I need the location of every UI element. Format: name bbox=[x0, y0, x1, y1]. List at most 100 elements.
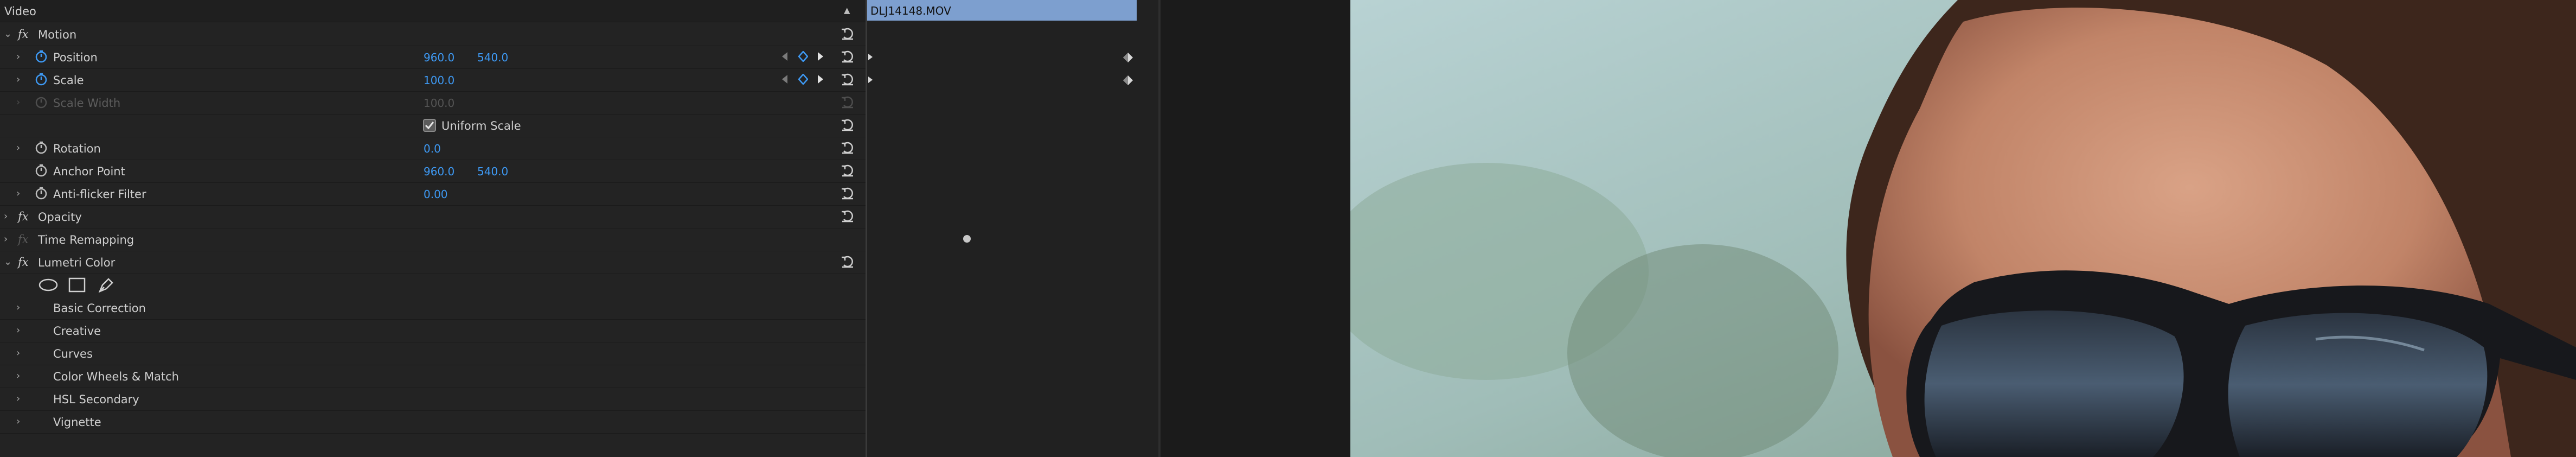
ellipse-mask-icon[interactable] bbox=[38, 278, 59, 292]
property-row-scale-width: › Scale Width 100.0 bbox=[0, 91, 866, 115]
property-row-uniform-scale: Uniform Scale bbox=[0, 114, 866, 137]
collapse-up-icon[interactable]: ▲ bbox=[844, 5, 850, 15]
property-label: Position bbox=[53, 51, 98, 64]
stopwatch-active-icon[interactable] bbox=[34, 72, 48, 86]
timeline-clip[interactable]: DLJ14148.MOV bbox=[867, 0, 1137, 21]
fx-icon[interactable]: fx bbox=[18, 210, 29, 223]
chevron-right-icon[interactable]: › bbox=[16, 370, 20, 382]
lumetri-vignette[interactable]: › Vignette bbox=[0, 410, 866, 434]
effect-row-lumetri-color[interactable]: ⌄ fx Lumetri Color bbox=[0, 251, 866, 274]
reset-icon[interactable] bbox=[840, 185, 856, 201]
section-label: HSL Secondary bbox=[53, 393, 139, 406]
rectangle-mask-icon[interactable] bbox=[68, 277, 86, 293]
keyframe-icon[interactable] bbox=[1122, 52, 1134, 64]
stopwatch-icon bbox=[35, 97, 47, 109]
clip-name: DLJ14148.MOV bbox=[870, 4, 951, 17]
mask-tools-row bbox=[0, 274, 866, 296]
anti-flicker-value[interactable]: 0.00 bbox=[424, 188, 448, 201]
lumetri-creative[interactable]: › Creative bbox=[0, 319, 866, 342]
property-row-rotation[interactable]: › Rotation 0.0 bbox=[0, 137, 866, 160]
effect-label: Opacity bbox=[38, 211, 82, 224]
property-label: Rotation bbox=[53, 142, 101, 155]
section-label: Vignette bbox=[53, 416, 101, 429]
chevron-right-icon: › bbox=[16, 97, 21, 108]
lumetri-hsl-secondary[interactable]: › HSL Secondary bbox=[0, 388, 866, 411]
property-label: Scale Width bbox=[53, 97, 121, 110]
chevron-right-icon[interactable]: › bbox=[16, 74, 20, 85]
keyframe-icon[interactable] bbox=[1122, 74, 1134, 86]
program-monitor-video bbox=[1350, 0, 2576, 457]
reset-icon[interactable] bbox=[840, 71, 856, 87]
reset-icon[interactable] bbox=[840, 48, 856, 64]
reset-icon[interactable] bbox=[840, 116, 856, 132]
effect-controls-header: Video ▲ bbox=[0, 0, 866, 22]
chevron-right-icon[interactable]: › bbox=[4, 211, 8, 222]
section-label: Color Wheels & Match bbox=[53, 370, 179, 383]
effect-row-motion[interactable]: ⌄ fx Motion bbox=[0, 23, 866, 46]
panel-title: Video bbox=[4, 5, 36, 18]
property-label: Scale bbox=[53, 74, 84, 87]
chevron-right-icon[interactable]: › bbox=[16, 302, 20, 313]
property-row-anti-flicker[interactable]: › Anti-flicker Filter 0.00 bbox=[0, 182, 866, 206]
position-x-value[interactable]: 960.0 bbox=[424, 51, 454, 64]
effect-controls-timeline[interactable]: DLJ14148.MOV bbox=[866, 0, 1160, 457]
rotation-value[interactable]: 0.0 bbox=[424, 142, 441, 155]
effect-row-time-remapping[interactable]: › fx Time Remapping bbox=[0, 228, 866, 251]
scale-width-value: 100.0 bbox=[424, 97, 455, 110]
effect-label: Lumetri Color bbox=[38, 256, 116, 269]
stopwatch-active-icon[interactable] bbox=[34, 49, 48, 64]
section-label: Creative bbox=[53, 325, 101, 338]
previous-keyframe-icon[interactable] bbox=[781, 74, 789, 85]
section-label: Curves bbox=[53, 347, 93, 360]
anchor-x-value[interactable]: 960.0 bbox=[424, 165, 454, 178]
uniform-scale-checkbox[interactable] bbox=[423, 119, 436, 132]
position-y-value[interactable]: 540.0 bbox=[477, 51, 508, 64]
chevron-down-icon[interactable]: ⌄ bbox=[4, 28, 12, 40]
chevron-right-icon[interactable]: › bbox=[16, 142, 20, 154]
lumetri-curves[interactable]: › Curves bbox=[0, 342, 866, 365]
chevron-right-icon[interactable]: › bbox=[16, 416, 20, 427]
property-row-anchor-point[interactable]: Anchor Point 960.0 540.0 bbox=[0, 160, 866, 183]
chevron-right-icon[interactable]: › bbox=[16, 51, 20, 62]
fx-icon[interactable]: fx bbox=[18, 28, 29, 41]
chevron-right-icon[interactable]: › bbox=[16, 188, 20, 199]
pen-mask-icon[interactable] bbox=[98, 276, 115, 294]
reset-icon[interactable] bbox=[840, 139, 856, 155]
property-row-scale[interactable]: › Scale 100.0 bbox=[0, 68, 866, 92]
keyframe-left-icon[interactable] bbox=[867, 75, 874, 84]
property-label: Anchor Point bbox=[53, 165, 125, 178]
lumetri-basic-correction[interactable]: › Basic Correction bbox=[0, 296, 866, 320]
playhead-dot[interactable] bbox=[963, 235, 971, 243]
lumetri-color-wheels[interactable]: › Color Wheels & Match bbox=[0, 365, 866, 388]
stopwatch-icon[interactable] bbox=[34, 141, 48, 155]
chevron-right-icon[interactable]: › bbox=[16, 393, 20, 404]
property-row-position[interactable]: › Position 960.0 540.0 bbox=[0, 46, 866, 69]
chevron-right-icon[interactable]: › bbox=[16, 325, 20, 336]
fx-icon: fx bbox=[18, 233, 29, 246]
video-frame-image bbox=[1350, 0, 2576, 457]
reset-icon[interactable] bbox=[840, 253, 856, 269]
panel-divider bbox=[1158, 0, 1353, 457]
section-label: Basic Correction bbox=[53, 302, 146, 315]
stopwatch-icon[interactable] bbox=[34, 163, 48, 177]
stopwatch-icon[interactable] bbox=[34, 186, 48, 200]
chevron-down-icon[interactable]: ⌄ bbox=[4, 256, 12, 268]
previous-keyframe-icon[interactable] bbox=[781, 51, 789, 62]
anchor-y-value[interactable]: 540.0 bbox=[477, 165, 508, 178]
property-label: Anti-flicker Filter bbox=[53, 188, 146, 201]
add-keyframe-icon[interactable] bbox=[798, 74, 808, 85]
reset-icon[interactable] bbox=[840, 25, 856, 41]
add-keyframe-icon[interactable] bbox=[798, 51, 808, 62]
effect-controls-panel: Video ▲ ⌄ fx Motion › Position 960.0 540… bbox=[0, 0, 866, 457]
next-keyframe-icon[interactable] bbox=[817, 74, 824, 85]
scale-value[interactable]: 100.0 bbox=[424, 74, 454, 87]
chevron-right-icon[interactable]: › bbox=[4, 233, 8, 245]
effect-label: Motion bbox=[38, 28, 77, 41]
effect-row-opacity[interactable]: › fx Opacity bbox=[0, 205, 866, 228]
fx-icon[interactable]: fx bbox=[18, 256, 29, 269]
reset-icon[interactable] bbox=[840, 207, 856, 224]
keyframe-left-icon[interactable] bbox=[867, 53, 874, 61]
chevron-right-icon[interactable]: › bbox=[16, 347, 20, 359]
next-keyframe-icon[interactable] bbox=[817, 51, 824, 62]
reset-icon[interactable] bbox=[840, 162, 856, 178]
